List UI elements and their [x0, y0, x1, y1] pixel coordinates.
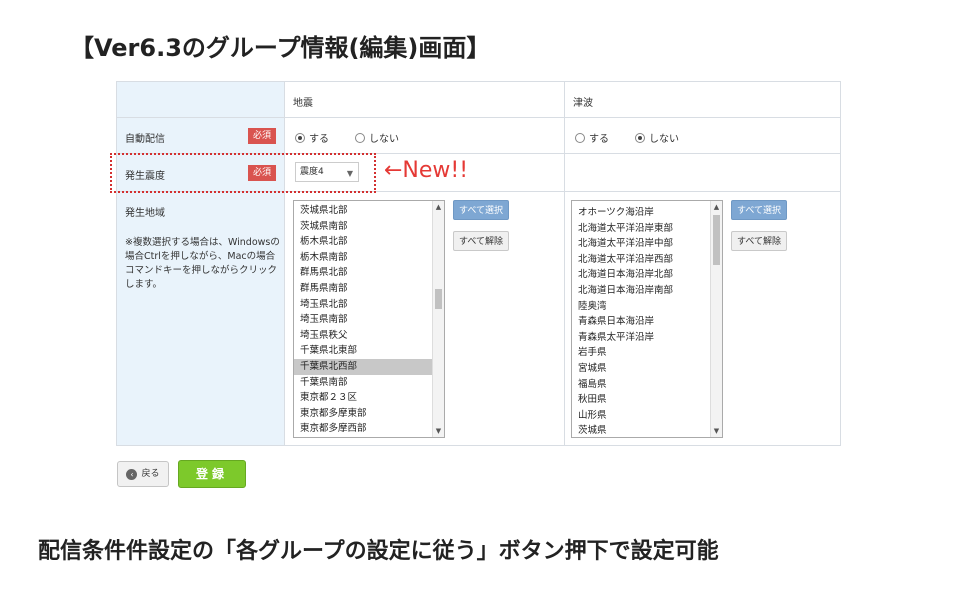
- list-item[interactable]: 岩手県: [578, 345, 722, 361]
- region-label-cell: 発生地域 ※複数選択する場合は、Windowsの場合Ctrlを押しながら、Mac…: [117, 192, 285, 445]
- header-tsunami-cell: 津波: [565, 82, 840, 117]
- back-button-label: 戻る: [141, 469, 160, 479]
- list-item[interactable]: 東京都多摩東部: [300, 406, 444, 422]
- list-item[interactable]: 千葉県北東部: [300, 343, 444, 359]
- radio-label: しない: [649, 134, 679, 145]
- auto-delivery-label-cell: 自動配信 必須: [117, 118, 285, 153]
- tsunami-clear-all-button[interactable]: すべて解除: [731, 231, 787, 251]
- radio-label: する: [309, 134, 329, 145]
- list-item[interactable]: 北海道日本海沿岸北部: [578, 267, 722, 283]
- list-item[interactable]: 陸奥湾: [578, 299, 722, 315]
- earthquake-region-listbox[interactable]: 茨城県北部 茨城県南部 栃木県北部 栃木県南部 群馬県北部 群馬県南部 埼玉県北部 埼玉県南部…: [293, 200, 445, 438]
- scroll-down-icon[interactable]: ▼: [711, 425, 722, 437]
- list-item[interactable]: 東京都２３区: [300, 390, 444, 406]
- earthquake-auto-yes-radio[interactable]: する: [295, 130, 329, 145]
- required-badge: 必須: [248, 128, 276, 144]
- list-item[interactable]: 北海道太平洋沿岸東部: [578, 221, 722, 237]
- earthquake-clear-all-button[interactable]: すべて解除: [453, 231, 509, 251]
- scroll-up-icon[interactable]: ▲: [711, 201, 722, 213]
- back-button[interactable]: ‹ 戻る: [117, 461, 169, 487]
- radio-label: しない: [369, 134, 399, 145]
- list-item[interactable]: 北海道太平洋沿岸中部: [578, 236, 722, 252]
- region-row: 発生地域 ※複数選択する場合は、Windowsの場合Ctrlを押しながら、Mac…: [117, 192, 840, 445]
- radio-selected-icon: [295, 132, 305, 143]
- list-item[interactable]: 群馬県北部: [300, 265, 444, 281]
- list-item[interactable]: 群馬県南部: [300, 281, 444, 297]
- list-item[interactable]: 青森県日本海沿岸: [578, 314, 722, 330]
- list-item[interactable]: 青森県太平洋沿岸: [578, 330, 722, 346]
- region-label: 発生地域: [125, 208, 165, 219]
- intensity-tsunami-cell: [565, 154, 840, 191]
- header-earthquake-cell: 地震: [285, 82, 565, 117]
- tsunami-select-all-button[interactable]: すべて選択: [731, 200, 787, 220]
- chevron-left-icon: ‹: [126, 468, 138, 480]
- scroll-up-icon[interactable]: ▲: [433, 201, 444, 213]
- tsunami-auto-yes-radio[interactable]: する: [575, 130, 609, 145]
- scroll-down-icon[interactable]: ▼: [433, 425, 444, 437]
- region-earthquake-cell: 茨城県北部 茨城県南部 栃木県北部 栃木県南部 群馬県北部 群馬県南部 埼玉県北部 埼玉県南部…: [285, 192, 565, 445]
- scrollbar[interactable]: ▲ ▼: [432, 201, 444, 437]
- list-item[interactable]: 宮城県: [578, 361, 722, 377]
- column-header-tsunami: 津波: [573, 98, 593, 109]
- list-item[interactable]: 茨城県南部: [300, 219, 444, 235]
- region-tsunami-cell: オホーツク海沿岸 北海道太平洋沿岸東部 北海道太平洋沿岸中部 北海道太平洋沿岸西部 北海…: [565, 192, 840, 445]
- tsunami-region-listbox[interactable]: オホーツク海沿岸 北海道太平洋沿岸東部 北海道太平洋沿岸中部 北海道太平洋沿岸西部 北海…: [571, 200, 723, 438]
- radio-unselected-icon: [355, 132, 365, 143]
- header-row: 地震 津波: [117, 82, 840, 118]
- auto-delivery-row: 自動配信 必須 する しない する しない: [117, 118, 840, 154]
- submit-button[interactable]: 登録: [178, 460, 246, 488]
- auto-delivery-label: 自動配信: [125, 134, 165, 145]
- list-item[interactable]: 埼玉県北部: [300, 297, 444, 313]
- list-item[interactable]: 山形県: [578, 408, 722, 424]
- list-item[interactable]: 東京都多摩西部: [300, 421, 444, 437]
- new-feature-label: ←New!!: [384, 158, 469, 183]
- list-item[interactable]: 茨城県: [578, 423, 722, 437]
- list-item[interactable]: 茨城県北部: [300, 203, 444, 219]
- earthquake-select-all-button[interactable]: すべて選択: [453, 200, 509, 220]
- auto-delivery-tsunami-cell: する しない: [565, 118, 840, 153]
- earthquake-auto-no-radio[interactable]: しない: [355, 130, 399, 145]
- list-item[interactable]: オホーツク海沿岸: [578, 205, 722, 221]
- scrollbar[interactable]: ▲ ▼: [710, 201, 722, 437]
- list-item[interactable]: 秋田県: [578, 392, 722, 408]
- list-item[interactable]: 栃木県南部: [300, 250, 444, 266]
- scroll-thumb[interactable]: [713, 215, 720, 265]
- list-item[interactable]: 栃木県北部: [300, 234, 444, 250]
- tsunami-auto-no-radio[interactable]: しない: [635, 130, 679, 145]
- multi-select-note: ※複数選択する場合は、Windowsの場合Ctrlを押しながら、Macの場合コマ…: [125, 237, 280, 290]
- auto-delivery-earthquake-cell: する しない: [285, 118, 565, 153]
- scroll-thumb[interactable]: [435, 289, 442, 309]
- page-heading: 【Ver6.3のグループ情報(編集)画面】: [70, 34, 491, 62]
- radio-selected-icon: [635, 132, 645, 143]
- new-feature-highlight: [110, 153, 376, 193]
- list-item[interactable]: 埼玉県秩父: [300, 328, 444, 344]
- group-info-form: 地震 津波 自動配信 必須 する しない する しない 発生震度 必須 震度4 …: [116, 81, 841, 446]
- column-header-earthquake: 地震: [293, 98, 313, 109]
- radio-label: する: [589, 134, 609, 145]
- list-item[interactable]: 伊豆大島: [300, 437, 444, 438]
- list-item[interactable]: 北海道日本海沿岸南部: [578, 283, 722, 299]
- list-item[interactable]: 北海道太平洋沿岸西部: [578, 252, 722, 268]
- radio-unselected-icon: [575, 132, 585, 143]
- list-item[interactable]: 千葉県北西部: [294, 358, 444, 375]
- list-item[interactable]: 福島県: [578, 377, 722, 393]
- header-label-cell: [117, 82, 285, 117]
- list-item[interactable]: 埼玉県南部: [300, 312, 444, 328]
- footer-caption: 配信条件件設定の「各グループの設定に従う」ボタン押下で設定可能: [38, 539, 719, 564]
- list-item[interactable]: 千葉県南部: [300, 375, 444, 391]
